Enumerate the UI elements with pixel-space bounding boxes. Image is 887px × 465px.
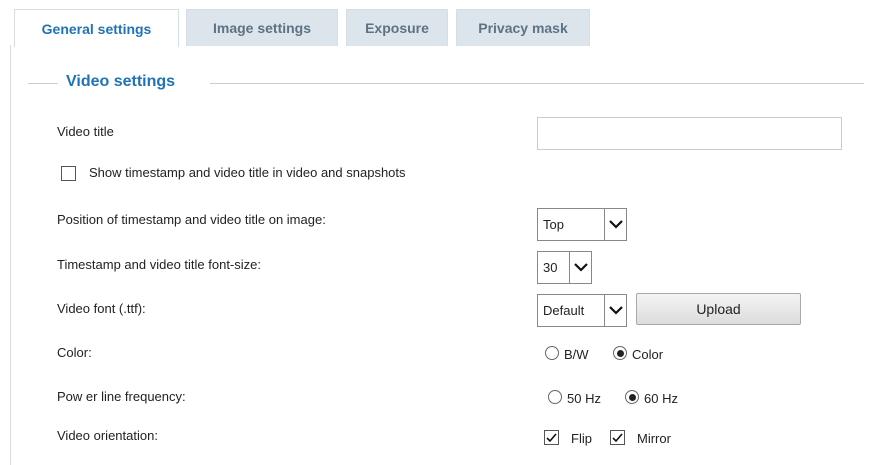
video-font-select-value: Default	[543, 303, 585, 318]
show-timestamp-label: Show timestamp and video title in video …	[89, 165, 406, 180]
orientation-label: Video orientation:	[57, 428, 158, 443]
color-color-label: Color	[632, 347, 664, 362]
video-title-label: Video title	[57, 124, 114, 139]
power-60hz-label: 60 Hz	[644, 391, 678, 406]
font-size-label: Timestamp and video title font-size:	[57, 257, 261, 272]
color-label: Color:	[57, 345, 92, 360]
video-font-select[interactable]: Default	[537, 294, 627, 327]
video-title-input[interactable]	[537, 117, 842, 150]
power-50hz-radio[interactable]	[548, 390, 562, 404]
font-size-select-value: 30	[543, 260, 558, 275]
flip-label: Flip	[571, 431, 592, 446]
power-60hz-radio[interactable]	[625, 390, 639, 404]
section-line-left	[28, 83, 58, 84]
radio-selected-dot	[616, 349, 624, 357]
mirror-label: Mirror	[637, 431, 671, 446]
mirror-checkbox[interactable]	[610, 430, 625, 445]
color-bw-radio[interactable]	[545, 346, 559, 360]
chevron-down-icon	[569, 252, 591, 283]
chevron-down-icon	[604, 209, 626, 240]
upload-button[interactable]: Upload	[636, 293, 801, 325]
checkmark-icon	[546, 432, 557, 442]
position-label: Position of timestamp and video title on…	[57, 212, 326, 227]
chevron-down-icon	[604, 295, 626, 326]
checkmark-icon	[612, 432, 623, 442]
video-font-label: Video font (.ttf):	[57, 301, 146, 316]
font-size-select[interactable]: 30	[537, 251, 592, 284]
tab-exposure[interactable]: Exposure	[346, 9, 448, 46]
position-select-value: Top	[543, 217, 564, 232]
flip-checkbox[interactable]	[544, 430, 559, 445]
tab-general-settings[interactable]: General settings	[14, 9, 179, 47]
tab-image-settings[interactable]: Image settings	[186, 9, 338, 46]
power-50hz-label: 50 Hz	[567, 391, 601, 406]
show-timestamp-checkbox[interactable]	[61, 166, 76, 181]
section-line-right	[210, 83, 864, 84]
power-line-label: Pow er line frequency:	[57, 389, 186, 404]
section-title: Video settings	[66, 73, 176, 90]
tab-privacy-mask[interactable]: Privacy mask	[456, 9, 590, 46]
position-select[interactable]: Top	[537, 208, 627, 241]
color-bw-label: B/W	[564, 347, 589, 362]
color-color-radio[interactable]	[613, 346, 627, 360]
radio-selected-dot	[628, 393, 636, 401]
